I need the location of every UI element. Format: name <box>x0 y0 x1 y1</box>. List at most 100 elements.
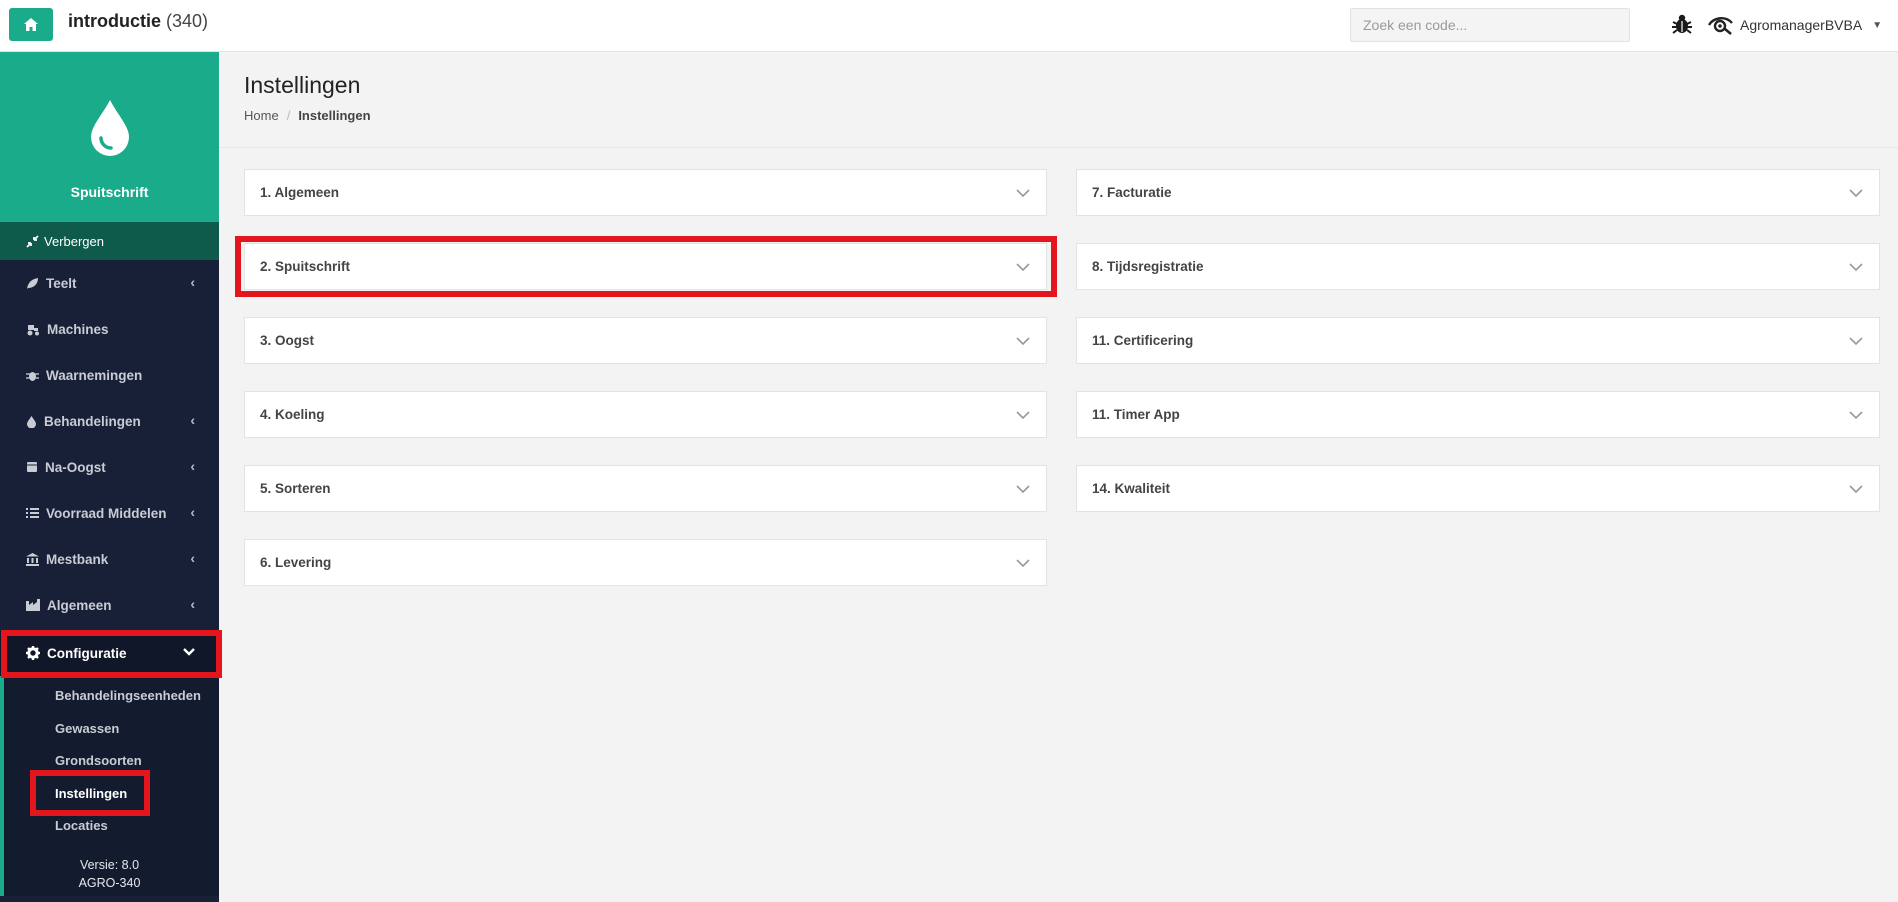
panel-title: 4. Koeling <box>260 407 325 422</box>
version-label: Versie: 8.0 <box>79 858 140 872</box>
chevron-down-icon <box>1849 485 1863 494</box>
breadcrumb: Home / Instellingen <box>244 108 371 123</box>
leaf-icon <box>27 277 38 289</box>
panel-title: 2. Spuitschrift <box>260 259 351 274</box>
panel-kwaliteit[interactable]: 14. Kwaliteit <box>1076 465 1880 512</box>
build-label: AGRO-340 <box>78 876 141 890</box>
sidebar-item-machines[interactable]: Machines <box>0 306 219 352</box>
panel-spuitschrift[interactable]: 2. Spuitschrift <box>244 243 1047 290</box>
page-header: Instellingen Home / Instellingen <box>219 52 1898 148</box>
brand-label: Spuitschrift <box>70 184 149 200</box>
sidebar-item-configuratie[interactable]: Configuratie <box>0 630 219 676</box>
bug-icon <box>26 371 39 381</box>
submenu-item-locaties[interactable]: Locaties <box>55 818 108 833</box>
search-input[interactable] <box>1350 8 1630 42</box>
panel-title: 6. Levering <box>260 555 332 570</box>
bug-icon[interactable] <box>1670 12 1694 36</box>
sidebar-item-mestbank[interactable]: Mestbank ‹ <box>0 536 219 582</box>
panel-oogst[interactable]: 3. Oogst <box>244 317 1047 364</box>
breadcrumb-home[interactable]: Home <box>244 108 279 123</box>
chevron-left-icon: ‹ <box>190 504 195 520</box>
submenu-item-behandelingseenheden[interactable]: Behandelingseenheden <box>55 688 201 703</box>
panel-title: 1. Algemeen <box>260 185 340 200</box>
panel-title: 11. Timer App <box>1092 407 1180 422</box>
panel-title: 11. Certificering <box>1092 333 1194 348</box>
sidebar-item-label: Configuratie <box>47 645 127 661</box>
chevron-down-icon <box>1849 189 1863 198</box>
sidebar-item-algemeen[interactable]: Algemeen ‹ <box>0 582 219 628</box>
chevron-down-icon <box>1016 189 1030 198</box>
caret-down-icon: ▼ <box>1872 19 1883 31</box>
chevron-down-icon <box>183 648 195 656</box>
submenu-item-instellingen[interactable]: Instellingen <box>55 786 127 801</box>
user-name: AgromanagerBVBA <box>1740 17 1863 33</box>
sidebar-item-label: Behandelingen <box>44 413 141 429</box>
sidebar-item-behandelingen[interactable]: Behandelingen ‹ <box>0 398 219 444</box>
top-bar: introductie (340) AgromanagerBVBA ▼ <box>0 0 1898 52</box>
sidebar-item-voorraad-middelen[interactable]: Voorraad Middelen ‹ <box>0 490 219 536</box>
sidebar-item-label: Mestbank <box>46 551 109 567</box>
panel-facturatie[interactable]: 7. Facturatie <box>1076 169 1880 216</box>
panel-sorteren[interactable]: 5. Sorteren <box>244 465 1047 512</box>
panel-timer-app[interactable]: 11. Timer App <box>1076 391 1880 438</box>
sidebar-item-na-oogst[interactable]: Na-Oogst ‹ <box>0 444 219 490</box>
box-icon <box>27 462 37 472</box>
panel-title: 8. Tijdsregistratie <box>1092 259 1204 274</box>
sidebar-item-label: Waarnemingen <box>46 367 143 383</box>
version-info: Versie: 8.0 AGRO-340 <box>0 856 219 892</box>
panel-algemeen[interactable]: 1. Algemeen <box>244 169 1047 216</box>
sidebar-item-label: Na-Oogst <box>45 459 106 475</box>
sidebar: Spuitschrift Verbergen Teelt ‹ Machines … <box>0 52 219 902</box>
chevron-down-icon <box>1016 559 1030 568</box>
sidebar-item-label: Voorraad Middelen <box>46 505 167 521</box>
sidebar-item-waarnemingen[interactable]: Waarnemingen <box>0 352 219 398</box>
submenu-item-grondsoorten[interactable]: Grondsoorten <box>55 753 142 768</box>
chevron-left-icon: ‹ <box>190 274 195 290</box>
sidebar-item-label: Teelt <box>46 275 77 291</box>
list-icon <box>26 508 39 518</box>
gear-icon <box>26 646 40 660</box>
panel-koeling[interactable]: 4. Koeling <box>244 391 1047 438</box>
chevron-left-icon: ‹ <box>190 412 195 428</box>
eye-icon <box>1708 17 1733 35</box>
chevron-down-icon <box>1849 411 1863 420</box>
chevron-left-icon: ‹ <box>190 458 195 474</box>
breadcrumb-current: Instellingen <box>298 108 371 123</box>
page-title: Instellingen <box>244 72 361 98</box>
sidebar-item-label: Algemeen <box>47 597 112 613</box>
chevron-down-icon <box>1849 263 1863 272</box>
drop-icon <box>91 100 129 156</box>
panel-certificering[interactable]: 11. Certificering <box>1076 317 1880 364</box>
sidebar-item-teelt[interactable]: Teelt ‹ <box>0 260 219 306</box>
panel-levering[interactable]: 6. Levering <box>244 539 1047 586</box>
chevron-left-icon: ‹ <box>190 550 195 566</box>
submenu-item-gewassen[interactable]: Gewassen <box>55 721 119 736</box>
panel-title: 14. Kwaliteit <box>1092 481 1171 496</box>
industry-icon <box>26 599 40 611</box>
sidebar-item-label: Machines <box>47 321 109 337</box>
panel-title: 3. Oogst <box>260 333 315 348</box>
chevron-down-icon <box>1016 411 1030 420</box>
chevron-down-icon <box>1849 337 1863 346</box>
home-button[interactable] <box>9 8 53 41</box>
panel-title: 7. Facturatie <box>1092 185 1172 200</box>
app-title-name: introductie <box>68 11 161 31</box>
chevron-left-icon: ‹ <box>190 596 195 612</box>
app-title: introductie (340) <box>68 11 208 32</box>
hide-sidebar-button[interactable]: Verbergen <box>0 222 219 260</box>
panel-title: 5. Sorteren <box>260 481 331 496</box>
home-icon <box>24 18 38 31</box>
chevron-down-icon <box>1016 263 1030 272</box>
compress-icon <box>26 234 39 248</box>
app-title-count: (340) <box>166 11 209 31</box>
chevron-down-icon <box>1016 337 1030 346</box>
drop-icon <box>27 415 36 428</box>
breadcrumb-separator: / <box>286 108 291 123</box>
brand-block: Spuitschrift <box>0 52 219 222</box>
user-menu[interactable]: AgromanagerBVBA ▼ <box>1708 12 1882 38</box>
panel-tijdsregistratie[interactable]: 8. Tijdsregistratie <box>1076 243 1880 290</box>
tractor-icon <box>27 324 39 335</box>
hide-sidebar-label: Verbergen <box>44 233 104 249</box>
bank-icon <box>26 552 39 566</box>
chevron-down-icon <box>1016 485 1030 494</box>
